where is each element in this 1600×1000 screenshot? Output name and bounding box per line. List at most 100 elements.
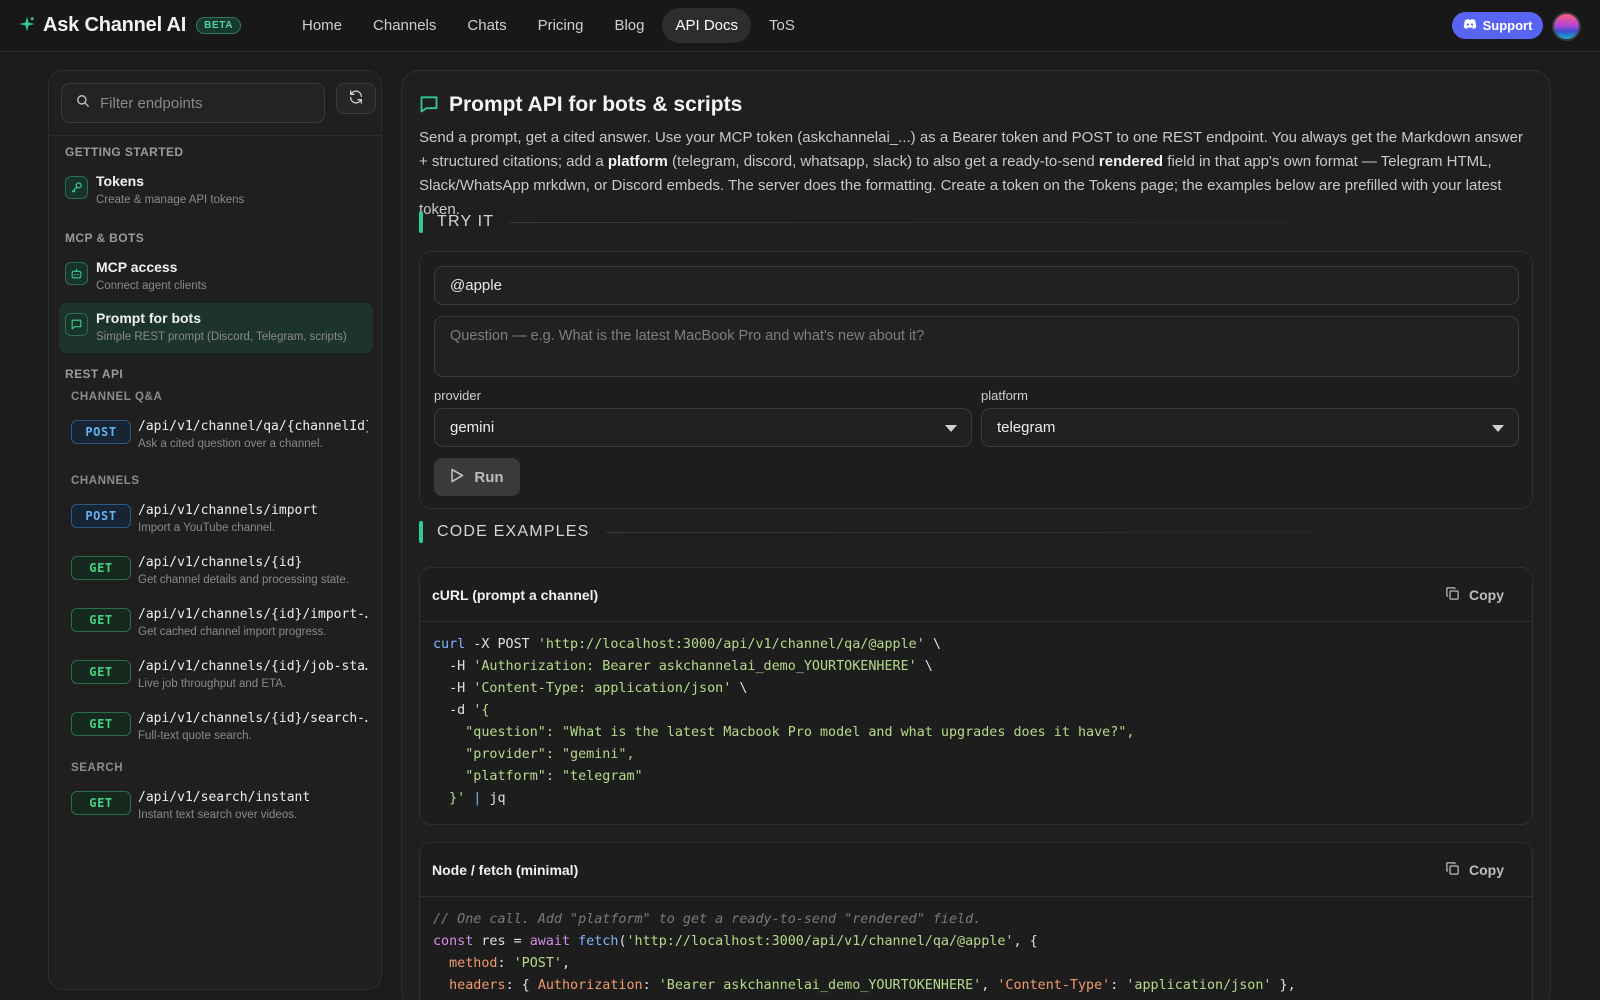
endpoints-sidebar: Filter endpoints GETTING STARTED Tokens … [48, 70, 382, 990]
refresh-icon [348, 89, 364, 108]
code-token: \ [731, 681, 748, 696]
top-nav-bar: Ask Channel AI BETA Home Channels Chats … [0, 0, 1600, 52]
nav-chats[interactable]: Chats [454, 9, 519, 42]
code-card-title: cURL (prompt a channel) [432, 587, 599, 603]
endpoint-item[interactable]: GET /api/v1/channels/{id} Get channel de… [71, 552, 371, 596]
beta-badge: BETA [196, 17, 242, 34]
nav-tos[interactable]: ToS [756, 9, 808, 42]
copy-button[interactable]: Copy [1445, 861, 1504, 879]
intro-bold: rendered [1098, 153, 1164, 170]
code-examples-heading: CODE EXAMPLES [419, 521, 1529, 543]
copy-icon [1445, 861, 1460, 879]
endpoint-desc: Live job throughput and ETA. [138, 678, 287, 690]
code-token: "question": "What is the latest Macbook … [433, 725, 1135, 740]
method-badge: GET [71, 660, 131, 684]
sidebar-divider [49, 135, 381, 136]
node-code-card: Node / fetch (minimal) Copy // One call.… [419, 842, 1533, 1000]
section-getting-started: GETTING STARTED [65, 145, 184, 159]
chevron-down-icon [1492, 425, 1504, 432]
code-token: '{ [473, 703, 490, 718]
group-channels: CHANNELS [71, 475, 140, 487]
run-label: Run [474, 468, 504, 486]
endpoint-desc: Get channel details and processing state… [138, 574, 349, 586]
main-panel: Prompt API for bots & scripts Send a pro… [401, 70, 1551, 1000]
chat-icon [419, 94, 439, 117]
code-token: 'http://localhost:3000/api/v1/channel/qa… [537, 637, 925, 652]
endpoint-item[interactable]: GET /api/v1/search/instant Instant text … [71, 787, 371, 831]
group-search: SEARCH [71, 762, 124, 774]
nav-pricing[interactable]: Pricing [525, 9, 597, 42]
chat-icon [65, 313, 88, 336]
code-token: await [529, 934, 571, 949]
code-token: 'POST' [513, 956, 562, 971]
endpoint-item[interactable]: GET /api/v1/channels/{id}/import-… Get c… [71, 604, 371, 648]
endpoint-path: /api/v1/channel/qa/{channelId} [138, 419, 368, 434]
sidebar-item-mcp-access[interactable]: MCP access Connect agent clients [59, 252, 373, 302]
section-mcp-bots: MCP & BOTS [65, 231, 145, 245]
endpoint-item[interactable]: POST /api/v1/channels/import Import a Yo… [71, 500, 371, 544]
nav-api-docs[interactable]: API Docs [662, 8, 752, 43]
intro-text: (telegram, discord, whatsapp, slack) to … [667, 153, 1099, 170]
channel-input[interactable]: @apple [434, 266, 1519, 305]
sidebar-item-tokens[interactable]: Tokens Create & manage API tokens [59, 166, 373, 216]
endpoint-item[interactable]: POST /api/v1/channel/qa/{channelId} Ask … [71, 416, 371, 460]
search-icon [76, 94, 90, 112]
endpoint-desc: Get cached channel import progress. [138, 626, 327, 638]
sidebar-item-subtitle: Connect agent clients [96, 280, 207, 292]
main-nav: Home Channels Chats Pricing Blog API Doc… [289, 8, 813, 43]
filter-endpoints-input[interactable]: Filter endpoints [61, 83, 325, 123]
page-title-row: Prompt API for bots & scripts [419, 93, 742, 117]
sidebar-item-label: Prompt for bots [96, 310, 201, 326]
support-button[interactable]: Support [1452, 12, 1543, 39]
bot-icon [65, 262, 88, 285]
code-token: "platform": "telegram" [433, 769, 643, 784]
question-textarea[interactable]: Question — e.g. What is the latest MacBo… [434, 316, 1519, 377]
refresh-button[interactable] [336, 83, 376, 114]
intro-paragraph: Send a prompt, get a cited answer. Use y… [419, 126, 1529, 222]
platform-value: telegram [997, 419, 1056, 436]
try-it-heading: TRY IT [419, 211, 1529, 233]
discord-icon [1463, 18, 1477, 33]
code-token: 'http://localhost:3000/api/v1/channel/qa… [626, 934, 1014, 949]
code-token: Authorization [537, 978, 643, 993]
copy-button[interactable]: Copy [1445, 586, 1504, 604]
copy-label: Copy [1469, 587, 1504, 603]
try-it-form: @apple Question — e.g. What is the lates… [419, 251, 1533, 509]
code-token: \ [924, 637, 941, 652]
code-card-header: cURL (prompt a channel) Copy [420, 568, 1532, 622]
method-badge: GET [71, 712, 131, 736]
nav-blog[interactable]: Blog [601, 9, 657, 42]
provider-select[interactable]: gemini [434, 408, 972, 447]
code-token: curl [433, 637, 466, 652]
run-button[interactable]: Run [434, 458, 520, 496]
endpoint-item[interactable]: GET /api/v1/channels/{id}/job-sta… Live … [71, 656, 371, 700]
section-divider [605, 531, 1529, 533]
code-card-title: Node / fetch (minimal) [432, 862, 579, 878]
chevron-down-icon [945, 425, 957, 432]
code-token: "provider": "gemini", [433, 747, 635, 762]
copy-icon [1445, 586, 1460, 604]
code-token: -H [433, 659, 474, 674]
support-label: Support [1482, 18, 1533, 33]
code-token: res = [473, 934, 530, 949]
sidebar-item-label: MCP access [96, 259, 178, 275]
brand[interactable]: Ask Channel AI BETA [18, 14, 278, 37]
code-token: -d [433, 703, 474, 718]
code-token: }' [433, 791, 466, 806]
code-token: 'Authorization: Bearer askchannelai_demo… [473, 659, 917, 674]
endpoint-path: /api/v1/channels/{id}/job-sta… [138, 659, 368, 674]
endpoint-item[interactable]: GET /api/v1/channels/{id}/search-… Full-… [71, 708, 371, 752]
endpoint-path: /api/v1/channels/{id}/search-… [138, 711, 368, 726]
filter-row: Filter endpoints [61, 83, 376, 123]
nav-channels[interactable]: Channels [360, 9, 449, 42]
code-token: method [449, 956, 498, 971]
section-divider [510, 221, 1529, 223]
platform-select[interactable]: telegram [981, 408, 1519, 447]
sidebar-item-prompt-for-bots[interactable]: Prompt for bots Simple REST prompt (Disc… [59, 303, 373, 353]
nav-home[interactable]: Home [289, 9, 355, 42]
endpoint-desc: Full-text quote search. [138, 730, 252, 742]
user-avatar[interactable] [1552, 12, 1581, 41]
sidebar-item-label: Tokens [96, 173, 144, 189]
code-token: \ [916, 659, 933, 674]
method-badge: POST [71, 420, 131, 444]
